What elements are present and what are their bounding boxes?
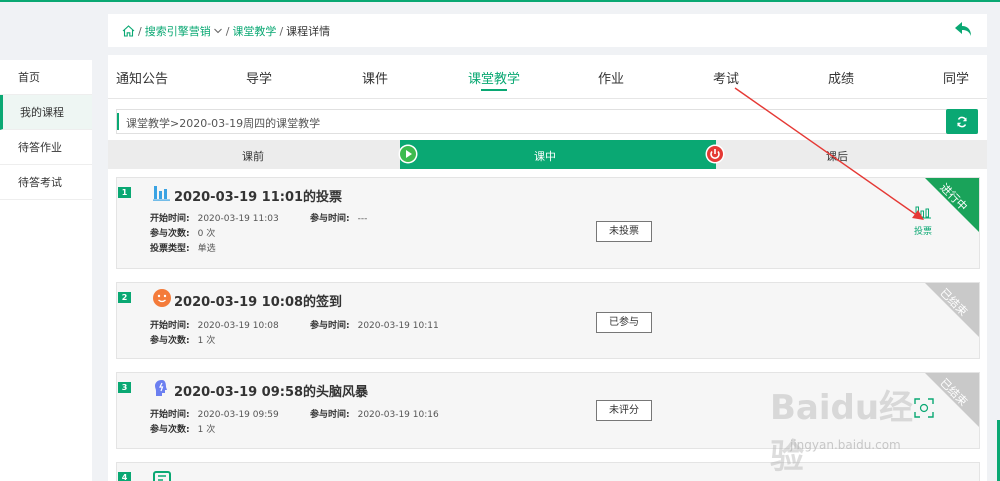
annotation-arrow	[734, 87, 924, 220]
